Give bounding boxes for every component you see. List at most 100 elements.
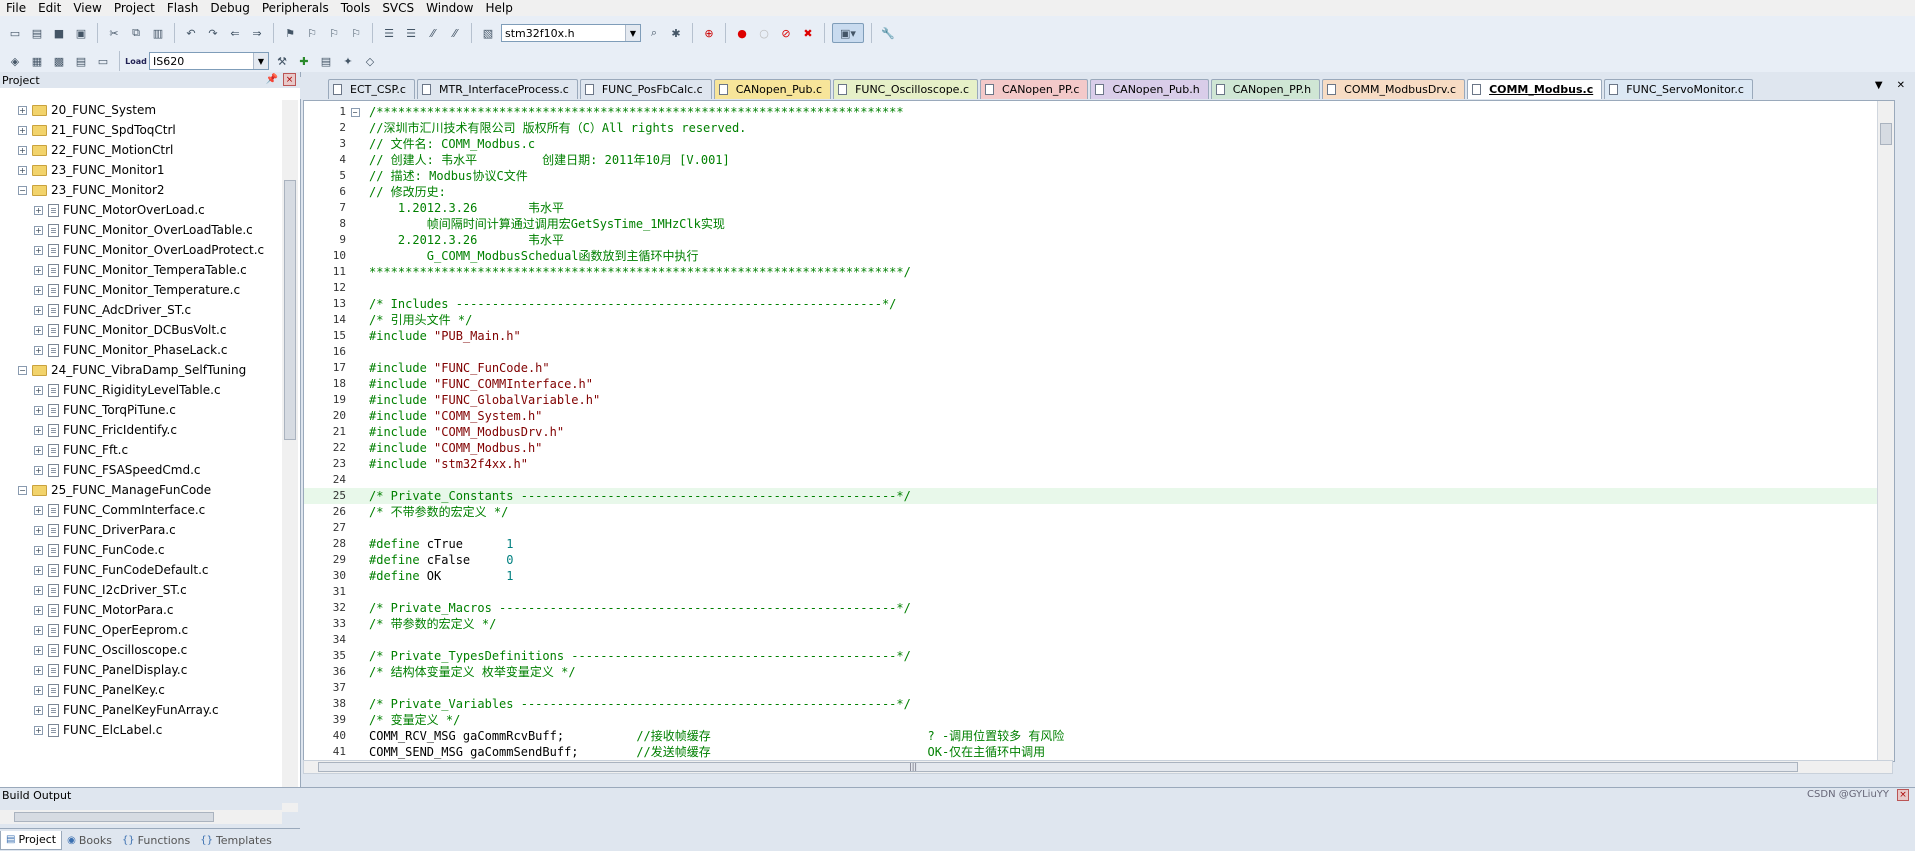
code-line[interactable]: 10 G_COMM_ModbusSchedual函数放到主循环中执行	[304, 248, 1894, 264]
code-line[interactable]: 28 #define cTrue 1	[304, 536, 1894, 552]
code-line[interactable]: 20 #include "COMM_System.h"	[304, 408, 1894, 424]
select-packs-icon[interactable]: ▤	[317, 52, 335, 70]
expand-icon[interactable]: +	[18, 105, 27, 115]
code-line[interactable]: 4 // 创建人: 韦水平 创建日期: 2011年10月 [V.001]	[304, 152, 1894, 168]
code-line[interactable]: 7 1.2012.3.26 韦水平	[304, 200, 1894, 216]
menu-item-peripherals[interactable]: Peripherals	[256, 0, 335, 16]
code-line[interactable]: 33 /* 带参数的宏定义 */	[304, 616, 1894, 632]
scroll-thumb[interactable]	[14, 812, 214, 822]
code-line[interactable]: 12	[304, 280, 1894, 296]
expand-icon[interactable]: +	[34, 605, 43, 615]
tree-file[interactable]: + FUNC_I2cDriver_ST.c	[0, 580, 282, 600]
pack-installer-icon[interactable]: ◇	[361, 52, 379, 70]
unindent-icon[interactable]: ☰	[402, 24, 420, 42]
expand-icon[interactable]: +	[34, 525, 43, 535]
find-in-files-icon[interactable]: ▧	[479, 24, 497, 42]
expand-icon[interactable]: +	[34, 205, 43, 215]
code-line[interactable]: 14 /* 引用头文件 */	[304, 312, 1894, 328]
tree-file[interactable]: + FUNC_DriverPara.c	[0, 520, 282, 540]
manage-rte-icon[interactable]: ✦	[339, 52, 357, 70]
save-icon[interactable]: ■	[50, 24, 68, 42]
menu-item-file[interactable]: File	[0, 0, 32, 16]
copy-icon[interactable]: ⧉	[127, 24, 145, 42]
menu-item-view[interactable]: View	[67, 0, 107, 16]
clear-breakpoints-icon[interactable]: ✖	[799, 24, 817, 42]
code-line[interactable]: 39 /* 变量定义 */	[304, 712, 1894, 728]
editor-tab[interactable]: MTR_InterfaceProcess.c	[416, 79, 578, 99]
scroll-thumb[interactable]	[284, 180, 296, 440]
tree-file[interactable]: + FUNC_Monitor_DCBusVolt.c	[0, 320, 282, 340]
code-line[interactable]: 35 /* Private_TypesDefinitions ----------…	[304, 648, 1894, 664]
code-line[interactable]: 18 #include "FUNC_COMMInterface.h"	[304, 376, 1894, 392]
menu-item-debug[interactable]: Debug	[204, 0, 255, 16]
expand-icon[interactable]: +	[18, 125, 27, 135]
expand-icon[interactable]: +	[34, 245, 43, 255]
configure-icon[interactable]: 🔧	[879, 24, 897, 42]
expand-icon[interactable]: +	[34, 585, 43, 595]
editor-tab[interactable]: ECT_CSP.c	[328, 79, 415, 99]
uncomment-icon[interactable]: ⁄⁄	[446, 24, 464, 42]
project-tree-vscroll[interactable]	[282, 100, 298, 812]
target-options-icon[interactable]: ⚒	[273, 52, 291, 70]
collapse-icon[interactable]: −	[18, 485, 27, 495]
expand-icon[interactable]: +	[34, 385, 43, 395]
tree-file[interactable]: + FUNC_CommInterface.c	[0, 500, 282, 520]
editor-tab[interactable]: FUNC_ServoMonitor.c	[1604, 79, 1753, 99]
code-line[interactable]: 31	[304, 584, 1894, 600]
code-line[interactable]: 37	[304, 680, 1894, 696]
tree-file[interactable]: + FUNC_Monitor_OverLoadTable.c	[0, 220, 282, 240]
tree-file[interactable]: + FUNC_OperEeprom.c	[0, 620, 282, 640]
find-icon[interactable]: ⌕	[645, 24, 663, 42]
tree-file[interactable]: + FUNC_Monitor_Temperature.c	[0, 280, 282, 300]
code-line[interactable]: 41 COMM_SEND_MSG gaCommSendBuff; //发送帧缓存 …	[304, 744, 1894, 760]
expand-icon[interactable]: +	[34, 465, 43, 475]
menu-item-project[interactable]: Project	[108, 0, 161, 16]
menu-item-window[interactable]: Window	[420, 0, 479, 16]
code-editor[interactable]: 1−/*************************************…	[303, 100, 1895, 762]
code-line[interactable]: 19 #include "FUNC_GlobalVariable.h"	[304, 392, 1894, 408]
tab-templates[interactable]: {} Templates	[195, 831, 277, 849]
code-line[interactable]: 24	[304, 472, 1894, 488]
scroll-thumb[interactable]	[318, 762, 1798, 772]
tree-folder[interactable]: +21_FUNC_SpdToqCtrl	[0, 120, 282, 140]
tree-file[interactable]: + FUNC_RigidityLevelTable.c	[0, 380, 282, 400]
chevron-down-icon[interactable]: ▼	[625, 25, 640, 41]
tab-books[interactable]: ◉ Books	[62, 831, 117, 849]
editor-tab[interactable]: CANopen_Pub.h	[1090, 79, 1209, 99]
tree-file[interactable]: + FUNC_FunCode.c	[0, 540, 282, 560]
tree-file[interactable]: + FUNC_PanelKeyFunArray.c	[0, 700, 282, 720]
translate-icon[interactable]: ◈	[6, 52, 24, 70]
code-line[interactable]: 21 #include "COMM_ModbusDrv.h"	[304, 424, 1894, 440]
expand-icon[interactable]: +	[34, 345, 43, 355]
expand-icon[interactable]: +	[34, 645, 43, 655]
tab-list-icon[interactable]: ▼	[1875, 80, 1883, 91]
new-file-icon[interactable]: ▭	[6, 24, 24, 42]
tree-file[interactable]: + FUNC_PanelKey.c	[0, 680, 282, 700]
expand-icon[interactable]: +	[34, 265, 43, 275]
code-line[interactable]: 6 // 修改历史:	[304, 184, 1894, 200]
tree-file[interactable]: + FUNC_FricIdentify.c	[0, 420, 282, 440]
menu-item-flash[interactable]: Flash	[161, 0, 204, 16]
editor-tab[interactable]: FUNC_Oscilloscope.c	[833, 79, 978, 99]
expand-icon[interactable]: +	[34, 425, 43, 435]
expand-icon[interactable]: +	[34, 405, 43, 415]
code-line[interactable]: 15 #include "PUB_Main.h"	[304, 328, 1894, 344]
code-line[interactable]: 25 /* Private_Constants -----------------…	[304, 488, 1894, 504]
tree-file[interactable]: + FUNC_Fft.c	[0, 440, 282, 460]
tree-folder[interactable]: +20_FUNC_System	[0, 100, 282, 120]
tree-file[interactable]: + FUNC_PanelDisplay.c	[0, 660, 282, 680]
expand-icon[interactable]: +	[34, 565, 43, 575]
tree-file[interactable]: + FUNC_Monitor_PhaseLack.c	[0, 340, 282, 360]
tree-file[interactable]: + FUNC_MotorPara.c	[0, 600, 282, 620]
menu-item-edit[interactable]: Edit	[32, 0, 67, 16]
editor-tab[interactable]: COMM_ModbusDrv.c	[1322, 79, 1466, 99]
tab-project[interactable]: ▤ Project	[0, 830, 63, 850]
save-all-icon[interactable]: ▣	[72, 24, 90, 42]
code-line[interactable]: 32 /* Private_Macros --------------------…	[304, 600, 1894, 616]
open-file-icon[interactable]: ▤	[28, 24, 46, 42]
code-line[interactable]: 16	[304, 344, 1894, 360]
cut-icon[interactable]: ✂	[105, 24, 123, 42]
incremental-find-icon[interactable]: ✱	[667, 24, 685, 42]
kill-breakpoints-icon[interactable]: ⊘	[777, 24, 795, 42]
close-build-output-button[interactable]: ×	[1897, 789, 1909, 801]
